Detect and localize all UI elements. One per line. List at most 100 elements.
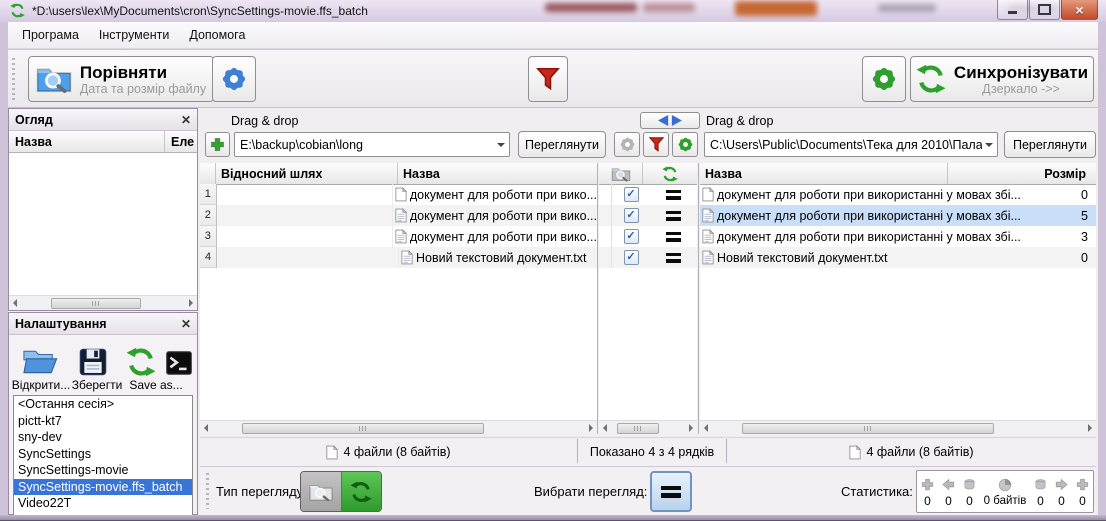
scroll-left-icon[interactable] (204, 424, 208, 432)
config-list-item[interactable]: <Остання сесія> (14, 396, 192, 413)
left-browse-button[interactable]: Переглянути (518, 131, 606, 158)
file-name: документ для роботи при використанні у м… (717, 230, 1021, 244)
name-cell[interactable]: документ для роботи при вико... (393, 205, 597, 226)
scroll-thumb[interactable] (617, 423, 659, 434)
window-border-bottom (0, 515, 1106, 521)
combo-dropdown-icon[interactable] (493, 133, 509, 156)
right-grid-header: Назва Розмір (700, 163, 1096, 185)
right-browse-button[interactable]: Переглянути (1004, 131, 1096, 158)
right-grid-h-scrollbar[interactable] (700, 420, 1096, 435)
include-checkbox[interactable]: ✓ (624, 187, 639, 202)
compare-button[interactable]: Порівняти Дата та розмір файлу (28, 56, 214, 102)
configuration-close-icon[interactable]: ✕ (181, 318, 191, 330)
overview-column-name[interactable]: Назва (9, 131, 164, 152)
maximize-button[interactable] (1029, 0, 1060, 20)
config-list-item[interactable]: Video22T (14, 495, 192, 512)
synchronize-button-label: Синхронізувати (954, 63, 1088, 82)
action-equal-icon[interactable] (666, 187, 681, 203)
overview-tree-body[interactable] (9, 153, 197, 298)
action-equal-icon[interactable] (666, 229, 681, 245)
scroll-left-icon[interactable] (13, 299, 17, 307)
action-row[interactable]: ✓ (599, 226, 697, 247)
title-bar[interactable]: *D:\users\lex\MyDocuments\cron\SyncSetti… (0, 0, 1106, 22)
scroll-left-icon[interactable] (704, 424, 708, 432)
include-checkbox[interactable]: ✓ (624, 250, 639, 265)
file-row[interactable]: 4 Новий текстовий документ.txt (200, 247, 597, 268)
include-checkbox[interactable]: ✓ (624, 229, 639, 244)
action-equal-icon[interactable] (666, 208, 681, 224)
scroll-left-icon[interactable] (603, 424, 607, 432)
config-list-item[interactable]: pictt-kt7 (14, 413, 192, 430)
save-as-batch-button[interactable] (163, 349, 195, 377)
middle-header-sync-cell[interactable] (643, 163, 697, 184)
menu-item-help[interactable]: Допомога (179, 24, 255, 46)
file-row[interactable]: документ для роботи при використанні у м… (700, 226, 1096, 247)
local-comparison-settings-button[interactable] (614, 132, 640, 157)
scroll-right-icon[interactable] (1088, 424, 1092, 432)
name-cell[interactable]: документ для роботи при вико... (393, 226, 597, 247)
scroll-thumb[interactable] (242, 423, 484, 434)
overview-panel-header[interactable]: Огляд ✕ (9, 109, 197, 131)
file-row-selected[interactable]: документ для роботи при використанні у м… (700, 205, 1096, 226)
file-row[interactable]: Новий текстовий документ.txt 0 (700, 247, 1096, 268)
scroll-right-icon[interactable] (589, 424, 593, 432)
action-row[interactable]: ✓ (599, 247, 697, 268)
overview-column-headers: Назва Еле (9, 131, 197, 153)
filter-settings-button[interactable] (528, 56, 568, 102)
menu-item-tools[interactable]: Інструменти (89, 24, 179, 46)
file-icon (326, 445, 338, 460)
right-path-combo[interactable]: C:\Users\Public\Documents\Тека для 2010\… (704, 132, 998, 157)
middle-grid-h-scrollbar[interactable] (599, 420, 697, 435)
action-row[interactable]: ✓ (599, 205, 697, 226)
add-folder-pair-button[interactable] (205, 132, 230, 157)
include-checkbox[interactable]: ✓ (624, 208, 639, 223)
open-config-button[interactable] (11, 347, 68, 377)
name-cell[interactable]: Новий текстовий документ.txt (399, 247, 597, 268)
action-equal-icon[interactable] (666, 250, 681, 266)
overview-column-items[interactable]: Еле (164, 131, 197, 152)
overview-close-icon[interactable]: ✕ (181, 114, 191, 126)
save-config-button[interactable] (68, 347, 117, 377)
config-list-item[interactable]: sny-dev (14, 429, 192, 446)
configuration-panel-header[interactable]: Налаштування ✕ (9, 313, 197, 335)
config-list-item-selected[interactable]: SyncSettings-movie.ffs_batch (14, 479, 192, 496)
left-grid-h-scrollbar[interactable] (200, 420, 597, 435)
config-list-item[interactable]: SyncSettings-movie (14, 462, 192, 479)
file-row[interactable]: 2 документ для роботи при вико... (200, 205, 597, 226)
close-button[interactable]: × (1061, 0, 1098, 20)
config-list-item[interactable]: SyncSettings (14, 446, 192, 463)
toolbar-gripper[interactable] (12, 58, 15, 100)
scroll-right-icon[interactable] (689, 424, 693, 432)
compare-variant-label: Дата та розмір файлу (80, 82, 206, 96)
bottom-bar-gripper[interactable] (206, 473, 209, 509)
local-sync-settings-button[interactable] (672, 132, 698, 157)
scroll-thumb[interactable] (51, 298, 141, 309)
left-grid-col-relpath[interactable]: Відносний шлях (216, 163, 398, 184)
file-row[interactable]: документ для роботи при використанні у м… (700, 184, 1096, 205)
combo-dropdown-icon[interactable] (982, 133, 997, 156)
category-cell (599, 226, 612, 247)
left-grid-col-name[interactable]: Назва (398, 163, 597, 184)
local-filter-button[interactable] (643, 132, 669, 157)
toggle-sync-view-button[interactable] (341, 472, 382, 511)
action-row[interactable]: ✓ (599, 184, 697, 205)
save-as-button[interactable] (118, 347, 164, 377)
equal-view-filter-button[interactable] (650, 471, 692, 512)
sync-settings-button[interactable] (862, 56, 906, 102)
name-cell[interactable]: документ для роботи при вико... (393, 184, 597, 205)
swap-sides-button[interactable] (640, 112, 700, 129)
right-grid-col-name[interactable]: Назва (700, 163, 948, 184)
middle-header-compare-cell[interactable] (599, 163, 643, 184)
minimize-button[interactable] (997, 0, 1028, 20)
right-grid-col-size[interactable]: Розмір (948, 163, 1096, 184)
menu-item-program[interactable]: Програма (12, 24, 89, 46)
overview-h-scrollbar[interactable] (9, 295, 197, 310)
file-row[interactable]: 3 документ для роботи при вико... (200, 226, 597, 247)
comparison-settings-button[interactable] (212, 56, 256, 102)
file-row[interactable]: 1 документ для роботи при вико... (200, 184, 597, 205)
left-path-combo[interactable]: E:\backup\cobian\long (234, 132, 510, 157)
synchronize-button[interactable]: Синхронізувати Дзеркало ->> (910, 56, 1094, 102)
toggle-compare-view-button[interactable] (301, 472, 341, 511)
scroll-thumb[interactable] (742, 423, 994, 434)
scroll-right-icon[interactable] (189, 299, 193, 307)
